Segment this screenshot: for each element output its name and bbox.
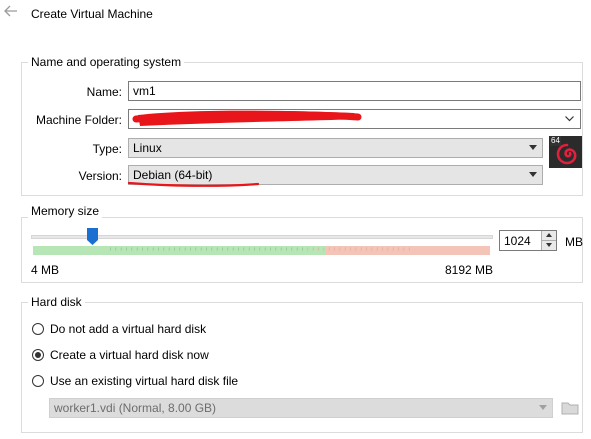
hard-disk-option-create[interactable]: Create a virtual hard disk now (31, 348, 331, 364)
memory-spinbox[interactable]: 1024 (499, 230, 557, 251)
existing-disk-label: Use an existing virtual hard disk file (50, 374, 239, 388)
name-os-legend: Name and operating system (28, 55, 185, 69)
dropdown-arrow-icon (529, 145, 537, 150)
memory-legend: Memory size (28, 204, 103, 218)
chevron-down-icon (565, 116, 574, 122)
type-select[interactable]: Linux (128, 138, 543, 158)
name-input[interactable]: vm1 (128, 81, 581, 101)
radio-no-disk[interactable] (32, 323, 44, 335)
radio-existing-disk[interactable] (32, 375, 44, 387)
hard-disk-legend: Hard disk (28, 295, 85, 309)
hard-disk-option-none[interactable]: Do not add a virtual hard disk (31, 322, 331, 338)
type-label: Type: (92, 142, 122, 156)
memory-slider-track[interactable] (31, 235, 493, 239)
memory-unit-label: MB (565, 235, 583, 249)
existing-disk-select[interactable]: worker1.vdi (Normal, 8.00 GB) (49, 398, 553, 418)
back-arrow-icon[interactable] (3, 4, 19, 18)
underline-annotation (127, 181, 260, 187)
memory-min-label: 4 MB (31, 263, 60, 277)
radio-create-disk[interactable] (32, 349, 44, 361)
spin-down-button[interactable] (542, 241, 556, 250)
dropdown-arrow-icon (529, 172, 537, 177)
type-value: Linux (133, 141, 162, 155)
redaction-scribble (132, 110, 362, 126)
memory-slider-thumb[interactable] (87, 228, 98, 245)
memory-max-label: 8192 MB (445, 263, 494, 277)
folder-icon[interactable] (561, 399, 579, 415)
arrow-up-icon (546, 233, 552, 237)
create-disk-label: Create a virtual hard disk now (50, 348, 209, 362)
no-disk-label: Do not add a virtual hard disk (50, 322, 207, 336)
memory-value[interactable]: 1024 (504, 234, 531, 248)
hard-disk-option-existing[interactable]: Use an existing virtual hard disk file (31, 374, 331, 390)
version-label: Version: (78, 169, 122, 183)
dialog-title: Create Virtual Machine (31, 7, 153, 21)
spin-up-button[interactable] (542, 231, 556, 241)
arrow-down-icon (546, 243, 552, 247)
memory-ticks (110, 247, 410, 251)
dropdown-arrow-icon (539, 405, 547, 410)
os-type-icon: 64 (549, 136, 582, 168)
existing-disk-value: worker1.vdi (Normal, 8.00 GB) (54, 401, 217, 415)
name-label: Name: (86, 85, 122, 99)
debian-swirl-icon (556, 143, 577, 165)
machine-folder-label: Machine Folder: (35, 113, 122, 127)
